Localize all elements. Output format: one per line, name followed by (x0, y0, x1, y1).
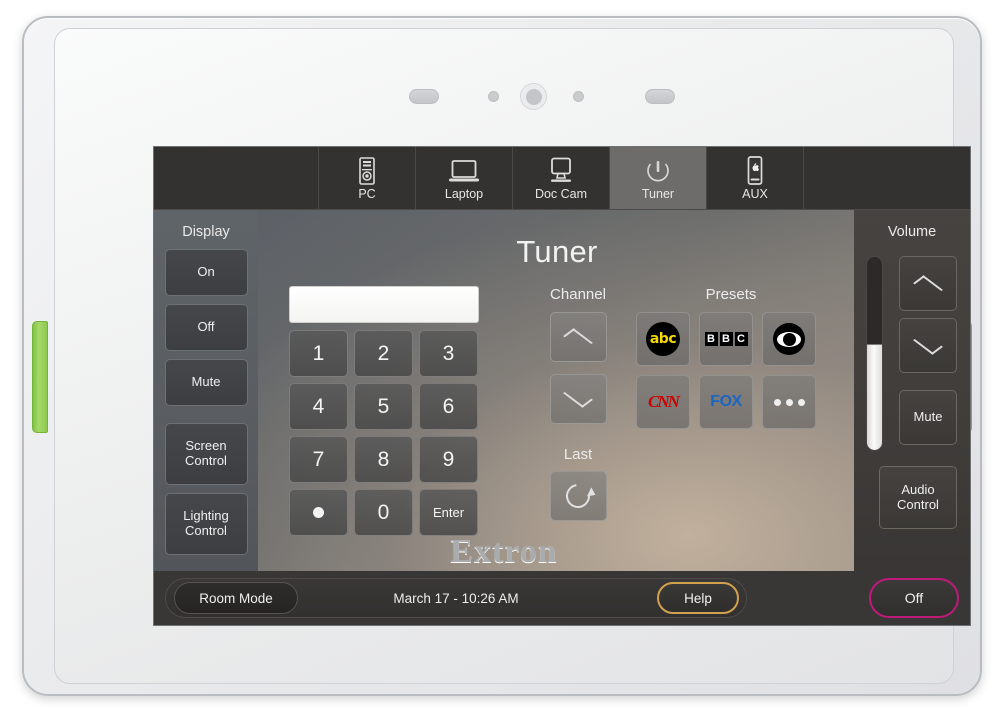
abc-logo: abc (646, 322, 680, 356)
brand-logo: Extron (450, 533, 558, 570)
bbc-logo: B B C (704, 332, 748, 346)
channel-up-button[interactable] (549, 312, 607, 362)
display-sidebar-title: Display (182, 224, 230, 240)
lighting-control-line1: Lighting (183, 508, 229, 524)
preset-cbs[interactable] (762, 312, 816, 366)
channel-down-button[interactable] (549, 374, 607, 424)
key-1[interactable]: 1 (289, 330, 348, 377)
side-accent-tab-left (32, 321, 48, 433)
refresh-back-icon (561, 479, 595, 513)
decimal-dot-icon (313, 507, 324, 518)
bezel-indicator-dot-right (573, 91, 584, 102)
bbc-letter-c: C (734, 332, 748, 346)
key-7[interactable]: 7 (289, 436, 348, 483)
device-front-panel: PC Laptop Doc Cam Tuner AUX Display On O… (54, 28, 971, 684)
cbs-eye-logo (773, 323, 805, 355)
tab-doc-cam[interactable]: Doc Cam (512, 147, 609, 209)
help-button[interactable]: Help (657, 582, 739, 614)
preset-fox[interactable]: FOX (699, 375, 753, 429)
audio-control-line2: Control (897, 496, 939, 512)
volume-up-button[interactable] (899, 256, 957, 311)
tab-doc-cam-label: Doc Cam (534, 187, 588, 202)
tabbar-spacer-right (803, 147, 970, 209)
tab-aux-label: AUX (742, 187, 768, 202)
volume-down-button[interactable] (899, 318, 957, 373)
desktop-tower-icon (357, 155, 377, 186)
more-ellipsis-icon (773, 398, 805, 406)
key-2[interactable]: 2 (354, 330, 413, 377)
tab-tuner-label: Tuner (641, 187, 675, 202)
tabbar-spacer-left (154, 147, 318, 209)
chevron-up-icon (913, 274, 943, 298)
preset-cnn[interactable]: CNN (636, 375, 690, 429)
status-bar: Room Mode March 17 - 10:26 AM Help Off (154, 571, 970, 625)
screen-control-button[interactable]: Screen Control (164, 423, 248, 485)
volume-slider-fill (867, 343, 882, 450)
chevron-down-icon (913, 331, 943, 355)
screen-control-line2: Control (185, 453, 227, 468)
audio-control-button[interactable]: Audio Control (879, 466, 957, 529)
room-mode-button[interactable]: Room Mode (174, 582, 298, 614)
presets-label: Presets (705, 286, 757, 303)
tab-laptop[interactable]: Laptop (415, 147, 512, 209)
volume-mute-button[interactable]: Mute (899, 390, 957, 445)
power-off-button[interactable]: Off (869, 578, 959, 618)
presets-grid: abc B B C CNN FOX (636, 312, 826, 429)
numeric-keypad: 1 2 3 4 5 6 7 8 9 0 Enter (289, 330, 484, 536)
bezel-pill-button-left[interactable] (409, 89, 439, 104)
key-3[interactable]: 3 (419, 330, 478, 377)
preset-more[interactable] (762, 375, 816, 429)
key-decimal-point[interactable] (289, 489, 348, 536)
display-off-button[interactable]: Off (164, 304, 248, 351)
volume-slider[interactable] (866, 256, 883, 451)
chevron-up-icon (563, 328, 593, 351)
status-bar-pill: Room Mode March 17 - 10:26 AM Help (165, 578, 747, 618)
channel-entry-display[interactable] (289, 286, 479, 323)
document-camera-icon (546, 155, 576, 185)
fox-logo: FOX (710, 393, 742, 410)
bbc-letter-b2: B (719, 332, 733, 346)
tab-pc-label: PC (358, 187, 376, 202)
screen-control-line1: Screen (185, 438, 227, 454)
display-mute-button[interactable]: Mute (164, 359, 248, 406)
key-6[interactable]: 6 (419, 383, 478, 430)
laptop-icon (448, 155, 480, 185)
presets-group: Presets abc B B C CNN FOX (636, 286, 826, 429)
source-tab-bar: PC Laptop Doc Cam Tuner AUX (154, 147, 970, 210)
status-datetime: March 17 - 10:26 AM (393, 590, 519, 606)
preset-abc[interactable]: abc (636, 312, 690, 366)
touch-panel-device: PC Laptop Doc Cam Tuner AUX Display On O… (22, 16, 982, 696)
display-on-button[interactable]: On (164, 249, 248, 296)
key-enter[interactable]: Enter (419, 489, 478, 536)
tab-pc[interactable]: PC (318, 147, 415, 209)
key-9[interactable]: 9 (419, 436, 478, 483)
key-8[interactable]: 8 (354, 436, 413, 483)
key-0[interactable]: 0 (354, 489, 413, 536)
cnn-logo: CNN (648, 392, 680, 411)
audio-control-line1: Audio (901, 481, 935, 497)
power-standby-icon (643, 155, 673, 185)
keypad-group: 1 2 3 4 5 6 7 8 9 0 Enter (289, 286, 484, 536)
bezel-pill-button-right[interactable] (645, 89, 675, 104)
tab-laptop-label: Laptop (444, 187, 484, 202)
tab-tuner[interactable]: Tuner (609, 147, 706, 209)
preset-bbc[interactable]: B B C (699, 312, 753, 366)
bezel-indicator-dot-left (488, 91, 499, 102)
page-title: Tuner (516, 234, 598, 269)
chevron-down-icon (563, 385, 593, 408)
bezel-home-button[interactable] (520, 83, 547, 110)
channel-label: Channel (550, 286, 606, 303)
mobile-phone-icon (745, 155, 765, 186)
last-channel-button[interactable] (549, 471, 607, 521)
channel-group: Channel (528, 286, 628, 436)
tab-aux[interactable]: AUX (706, 147, 803, 209)
last-group: Last (528, 446, 628, 533)
key-5[interactable]: 5 (354, 383, 413, 430)
key-4[interactable]: 4 (289, 383, 348, 430)
volume-sidebar-title: Volume (887, 224, 937, 240)
last-label: Last (563, 446, 593, 463)
bezel-control-strip (55, 83, 953, 110)
bbc-letter-b1: B (704, 332, 718, 346)
